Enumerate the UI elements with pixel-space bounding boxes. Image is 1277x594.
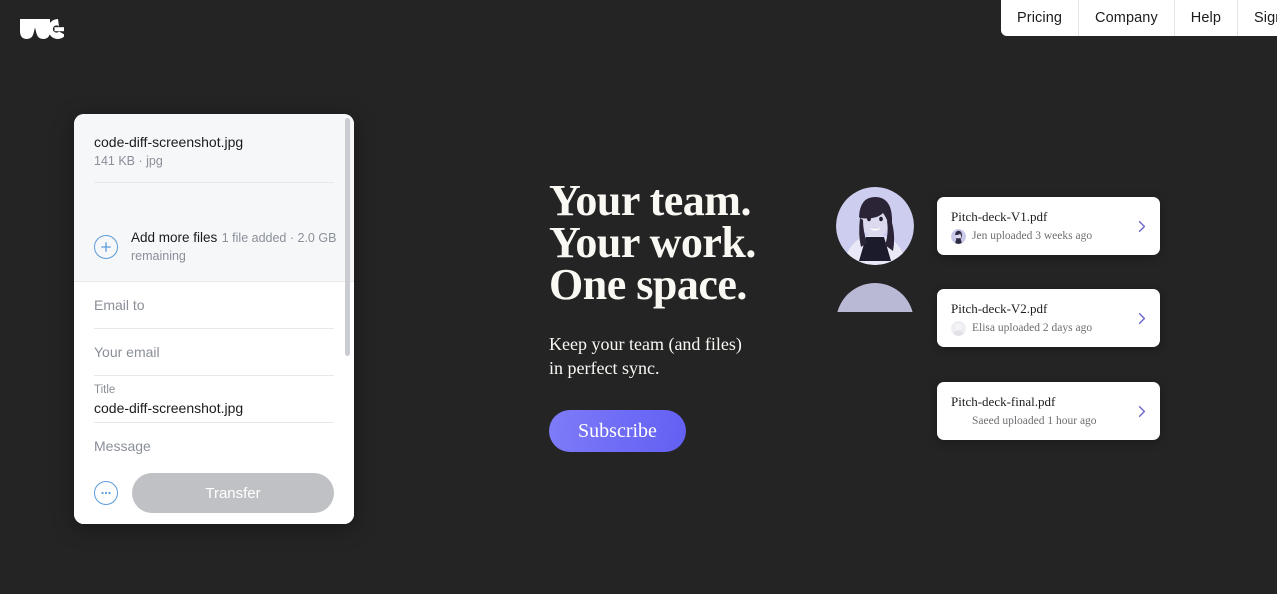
plus-circle-icon xyxy=(94,235,118,259)
file-card-meta: Jen uploaded 3 weeks ago xyxy=(972,230,1093,242)
title-field-label: Title xyxy=(94,384,116,396)
user-avatar xyxy=(951,229,966,244)
user-avatar xyxy=(951,321,966,336)
file-card-title: Pitch-deck-V2.pdf xyxy=(951,301,1048,316)
file-list-item[interactable]: code-diff-screenshot.jpg 141 KB · jpg xyxy=(74,114,354,170)
add-more-files-button[interactable]: Add more files 1 file added · 2.0 GB rem… xyxy=(94,229,354,265)
file-card-meta-row: Jen uploaded 3 weeks ago xyxy=(951,229,1130,244)
add-more-files-text: Add more files 1 file added · 2.0 GB rem… xyxy=(131,229,354,265)
file-name: code-diff-screenshot.jpg xyxy=(94,134,244,150)
ellipsis-circle-icon[interactable] xyxy=(94,481,118,505)
panel-scrollbar-track[interactable] xyxy=(345,118,350,458)
file-card-body: Pitch-deck-final.pdf Saeed uploaded 1 ho… xyxy=(951,393,1130,429)
file-card[interactable]: Pitch-deck-V1.pdf Jen uploaded 3 weeks a… xyxy=(937,197,1160,255)
file-card-body: Pitch-deck-V1.pdf Jen uploaded 3 weeks a… xyxy=(951,208,1130,244)
hero-title: Your team. Your work. One space. xyxy=(549,176,839,309)
file-card-title: Pitch-deck-final.pdf xyxy=(951,394,1056,409)
nav-item-help[interactable]: Help xyxy=(1173,0,1237,36)
file-list-section: code-diff-screenshot.jpg 141 KB · jpg Ad… xyxy=(74,114,354,282)
file-card-title: Pitch-deck-V1.pdf xyxy=(951,209,1048,224)
file-card[interactable]: Pitch-deck-V2.pdf Elisa uploaded 2 days … xyxy=(937,289,1160,347)
email-to-field[interactable]: Email to xyxy=(94,282,334,329)
transfer-panel-footer: Transfer xyxy=(74,462,354,524)
your-email-placeholder: Your email xyxy=(94,343,160,360)
transfer-panel: code-diff-screenshot.jpg 141 KB · jpg Ad… xyxy=(74,114,354,524)
transfer-panel-scroll-area: code-diff-screenshot.jpg 141 KB · jpg Ad… xyxy=(74,114,354,462)
email-to-placeholder: Email to xyxy=(94,296,145,313)
file-card-meta: Saeed uploaded 1 hour ago xyxy=(972,415,1097,427)
file-card[interactable]: Pitch-deck-final.pdf Saeed uploaded 1 ho… xyxy=(937,382,1160,440)
your-email-field[interactable]: Your email xyxy=(94,329,334,376)
transfer-form: Email to Your email Title code-diff-scre… xyxy=(74,282,354,462)
avatar-partial xyxy=(836,283,914,312)
top-navigation: Pricing Company Help Sign up xyxy=(1001,0,1277,36)
chevron-right-icon[interactable] xyxy=(1138,312,1146,325)
nav-item-pricing[interactable]: Pricing xyxy=(1001,0,1078,36)
hero-title-line-1: Your team. xyxy=(549,176,751,225)
chevron-right-icon[interactable] xyxy=(1138,405,1146,418)
avatar xyxy=(836,187,914,265)
title-field[interactable]: Title code-diff-screenshot.jpg xyxy=(94,376,334,423)
message-field[interactable]: Message xyxy=(94,423,334,462)
message-placeholder: Message xyxy=(94,437,151,454)
wetransfer-logo[interactable] xyxy=(18,16,66,42)
file-card-meta-row: Saeed uploaded 1 hour ago xyxy=(951,414,1130,429)
file-card-body: Pitch-deck-V2.pdf Elisa uploaded 2 days … xyxy=(951,300,1130,336)
transfer-button[interactable]: Transfer xyxy=(132,473,334,513)
chevron-right-icon[interactable] xyxy=(1138,220,1146,233)
nav-item-signup[interactable]: Sign up xyxy=(1237,0,1277,36)
hero-title-line-2: Your work. xyxy=(549,218,756,267)
hero-title-line-3: One space. xyxy=(549,260,747,309)
file-list-divider xyxy=(94,182,334,183)
file-card-meta: Elisa uploaded 2 days ago xyxy=(972,322,1093,334)
panel-scrollbar-thumb[interactable] xyxy=(345,118,350,356)
subscribe-button[interactable]: Subscribe xyxy=(549,410,686,452)
title-field-value: code-diff-screenshot.jpg xyxy=(94,400,244,416)
file-meta: 141 KB · jpg xyxy=(94,154,163,168)
hero-subtitle: Keep your team (and files) in perfect sy… xyxy=(549,332,839,380)
avatar-stack xyxy=(836,187,916,312)
hero-subtitle-line-1: Keep your team (and files) xyxy=(549,334,742,354)
nav-item-company[interactable]: Company xyxy=(1078,0,1174,36)
hero-section: Your team. Your work. One space. Keep yo… xyxy=(549,176,839,452)
add-more-files-label: Add more files xyxy=(131,230,218,245)
file-card-meta-row: Elisa uploaded 2 days ago xyxy=(951,321,1130,336)
hero-subtitle-line-2: in perfect sync. xyxy=(549,358,660,378)
